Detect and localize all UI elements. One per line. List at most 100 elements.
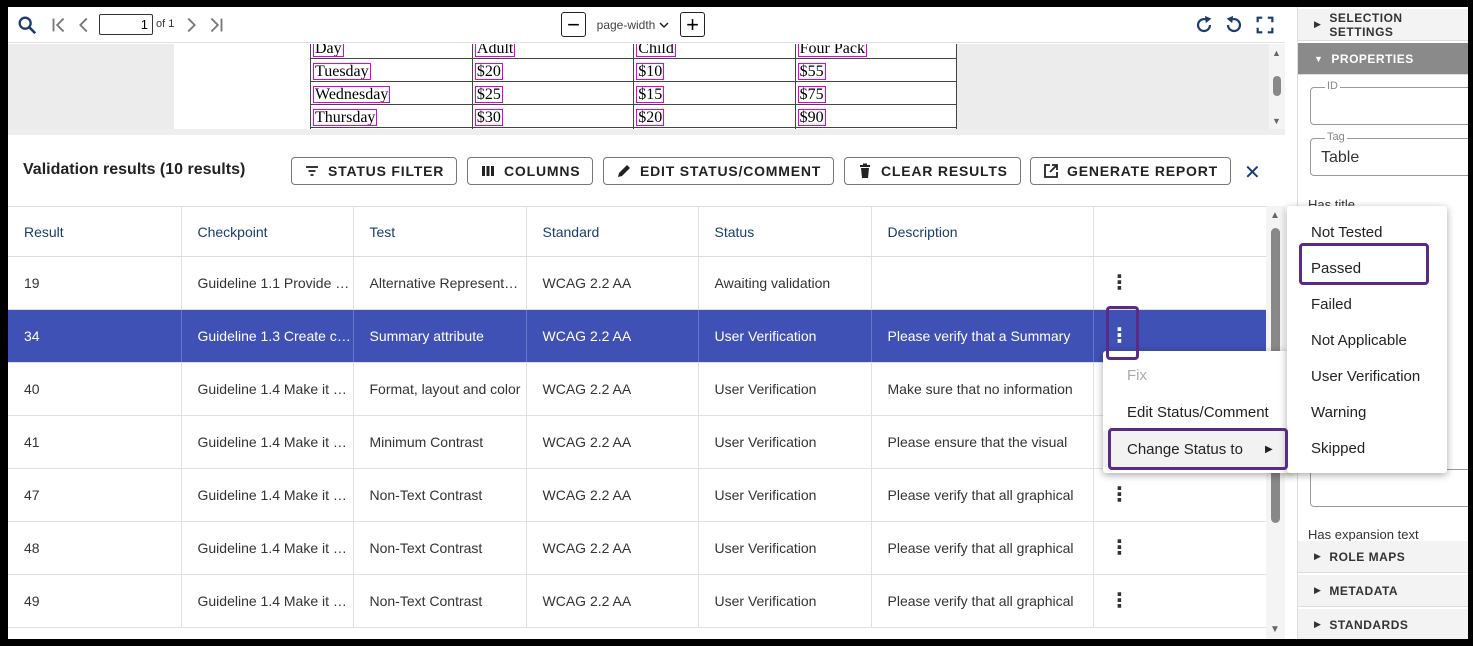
pdf-cell[interactable]: $90 <box>797 109 826 126</box>
pdf-cell[interactable]: $20 <box>474 63 503 80</box>
close-icon[interactable]: ✕ <box>1244 163 1264 183</box>
more-options-icon[interactable]: ⋮ <box>1110 485 1130 505</box>
menu-item-edit-status-comment[interactable]: Edit Status/Comment <box>1127 394 1269 430</box>
change-status-label: Change Status to <box>1127 440 1243 458</box>
zoom-select[interactable]: page-width <box>588 13 678 36</box>
pdf-cell[interactable]: Tuesday <box>313 63 371 80</box>
table-row-selected[interactable]: 34 Guideline 1.3 Create content Summary … <box>8 309 1266 363</box>
status-option-passed[interactable]: Passed <box>1311 250 1361 286</box>
more-options-icon[interactable]: ⋮ <box>1110 538 1130 558</box>
more-options-icon[interactable]: ⋮ <box>1110 326 1130 346</box>
clear-results-button[interactable]: CLEAR RESULTS <box>844 157 1021 185</box>
table-row[interactable]: 47 Guideline 1.4 Make it easier Non-Text… <box>8 468 1266 522</box>
columns-button[interactable]: COLUMNS <box>467 157 594 185</box>
grid-header-row: Result Checkpoint Test Standard Status D… <box>8 206 1266 257</box>
cell-status: User Verification <box>698 521 872 575</box>
zoom-out-button[interactable]: − <box>561 12 586 37</box>
cell-checkpoint: Guideline 1.4 Make it easier <box>181 362 354 416</box>
generate-report-button[interactable]: GENERATE REPORT <box>1030 157 1231 185</box>
status-filter-button[interactable]: STATUS FILTER <box>291 157 458 185</box>
expansion-text-field[interactable] <box>1310 469 1468 507</box>
cell-standard: WCAG 2.2 AA <box>526 362 699 416</box>
app-window: of 1 − page-width + Day Adult <box>8 7 1468 639</box>
pdf-viewer[interactable]: Day Adult Child Four Pack Tuesday $20 $1… <box>8 44 1285 129</box>
standards-section[interactable]: ▶ STANDARDS <box>1298 609 1468 639</box>
table-row[interactable]: 19 Guideline 1.1 Provide text alternativ… <box>8 256 1266 310</box>
previous-page-icon[interactable] <box>73 14 95 36</box>
column-header-status[interactable]: Status <box>698 206 872 257</box>
menu-item-change-status[interactable]: Change Status to ▶ <box>1103 431 1293 467</box>
search-icon[interactable] <box>16 14 38 36</box>
filter-icon <box>306 166 318 176</box>
column-header-result[interactable]: Result <box>8 206 182 257</box>
scroll-down-icon[interactable]: ▼ <box>1270 624 1280 635</box>
id-field[interactable]: ID <box>1310 80 1468 125</box>
last-page-icon[interactable] <box>205 14 227 36</box>
pdf-scrollbar[interactable]: ▲ ▼ <box>1269 44 1285 129</box>
pdf-toolbar: of 1 − page-width + <box>8 7 1285 43</box>
pdf-cell[interactable]: $75 <box>797 86 826 103</box>
column-header-description[interactable]: Description <box>871 206 1094 257</box>
status-option-not-tested[interactable]: Not Tested <box>1311 214 1382 250</box>
pdf-cell[interactable]: $30 <box>474 109 503 126</box>
status-option-user-verification[interactable]: User Verification <box>1311 358 1420 394</box>
column-header-standard[interactable]: Standard <box>526 206 699 257</box>
more-options-icon[interactable]: ⋮ <box>1110 273 1130 293</box>
cell-test: Non-Text Contrast <box>353 521 527 575</box>
pdf-cell[interactable]: $55 <box>797 63 826 80</box>
scroll-down-icon[interactable]: ▼ <box>1272 116 1281 126</box>
pdf-table-row: Thursday $30 $20 $90 <box>310 104 958 128</box>
edit-status-comment-button[interactable]: EDIT STATUS/COMMENT <box>603 157 835 185</box>
scroll-up-icon[interactable]: ▲ <box>1272 48 1281 58</box>
table-row[interactable]: 49 Guideline 1.4 Make it easier Non-Text… <box>8 574 1266 628</box>
pdf-cell[interactable]: Wednesday <box>313 86 391 103</box>
pdf-cell[interactable]: Adult <box>474 44 516 57</box>
scroll-up-icon[interactable]: ▲ <box>1270 210 1280 221</box>
rotate-clockwise-icon[interactable] <box>1193 14 1215 36</box>
properties-section[interactable]: ▼ PROPERTIES <box>1298 43 1468 75</box>
section-label: PROPERTIES <box>1331 51 1414 66</box>
status-option-warning[interactable]: Warning <box>1311 394 1366 430</box>
table-row[interactable]: 48 Guideline 1.4 Make it easier Non-Text… <box>8 521 1266 575</box>
pdf-cell[interactable]: $25 <box>474 86 503 103</box>
cell-standard: WCAG 2.2 AA <box>526 309 699 363</box>
next-page-icon[interactable] <box>180 14 202 36</box>
pdf-cell[interactable]: $15 <box>636 86 665 103</box>
cell-description: Make sure that no information <box>871 362 1094 416</box>
zoom-in-button[interactable]: + <box>680 12 705 37</box>
status-option-not-applicable[interactable]: Not Applicable <box>1311 322 1407 358</box>
status-option-skipped[interactable]: Skipped <box>1311 430 1365 466</box>
clear-results-label: CLEAR RESULTS <box>881 163 1008 179</box>
role-maps-section[interactable]: ▶ ROLE MAPS <box>1298 541 1468 573</box>
more-options-icon[interactable]: ⋮ <box>1110 591 1130 611</box>
status-option-failed[interactable]: Failed <box>1311 286 1352 322</box>
cell-test: Non-Text Contrast <box>353 574 527 628</box>
page-number-input[interactable] <box>99 14 153 35</box>
column-header-test[interactable]: Test <box>353 206 527 257</box>
rotate-counterclockwise-icon[interactable] <box>1223 14 1245 36</box>
pdf-scrollbar-thumb[interactable] <box>1273 76 1281 96</box>
column-header-checkpoint[interactable]: Checkpoint <box>181 206 354 257</box>
pdf-cell[interactable]: $20 <box>636 109 665 126</box>
pdf-cell[interactable]: Day <box>313 44 344 57</box>
cell-status: Awaiting validation <box>698 256 872 310</box>
validation-results-header: Validation results (10 results) STATUS F… <box>8 135 1285 205</box>
pdf-cell[interactable]: Thursday <box>313 109 378 126</box>
metadata-section[interactable]: ▶ METADATA <box>1298 575 1468 607</box>
caret-down-icon: ▼ <box>1314 53 1324 64</box>
cell-description: Please verify that all graphical <box>871 574 1094 628</box>
first-page-icon[interactable] <box>48 14 70 36</box>
pdf-cell[interactable]: Child <box>636 44 676 57</box>
column-header-actions <box>1093 206 1266 257</box>
caret-right-icon: ▶ <box>1314 585 1322 595</box>
table-row[interactable]: 40 Guideline 1.4 Make it easier Format, … <box>8 362 1266 416</box>
caret-right-icon: ▶ <box>1265 443 1273 455</box>
pdf-cell[interactable]: Four Pack <box>797 44 867 57</box>
open-in-new-icon <box>1044 164 1058 178</box>
table-row[interactable]: 41 Guideline 1.4 Make it easier Minimum … <box>8 415 1266 469</box>
selection-settings-section[interactable]: ▶ SELECTION SETTINGS <box>1298 9 1468 41</box>
pdf-cell[interactable]: $10 <box>636 63 665 80</box>
section-label: METADATA <box>1329 583 1399 598</box>
tag-field[interactable]: Tag Table <box>1310 131 1468 176</box>
fullscreen-icon[interactable] <box>1254 14 1276 36</box>
